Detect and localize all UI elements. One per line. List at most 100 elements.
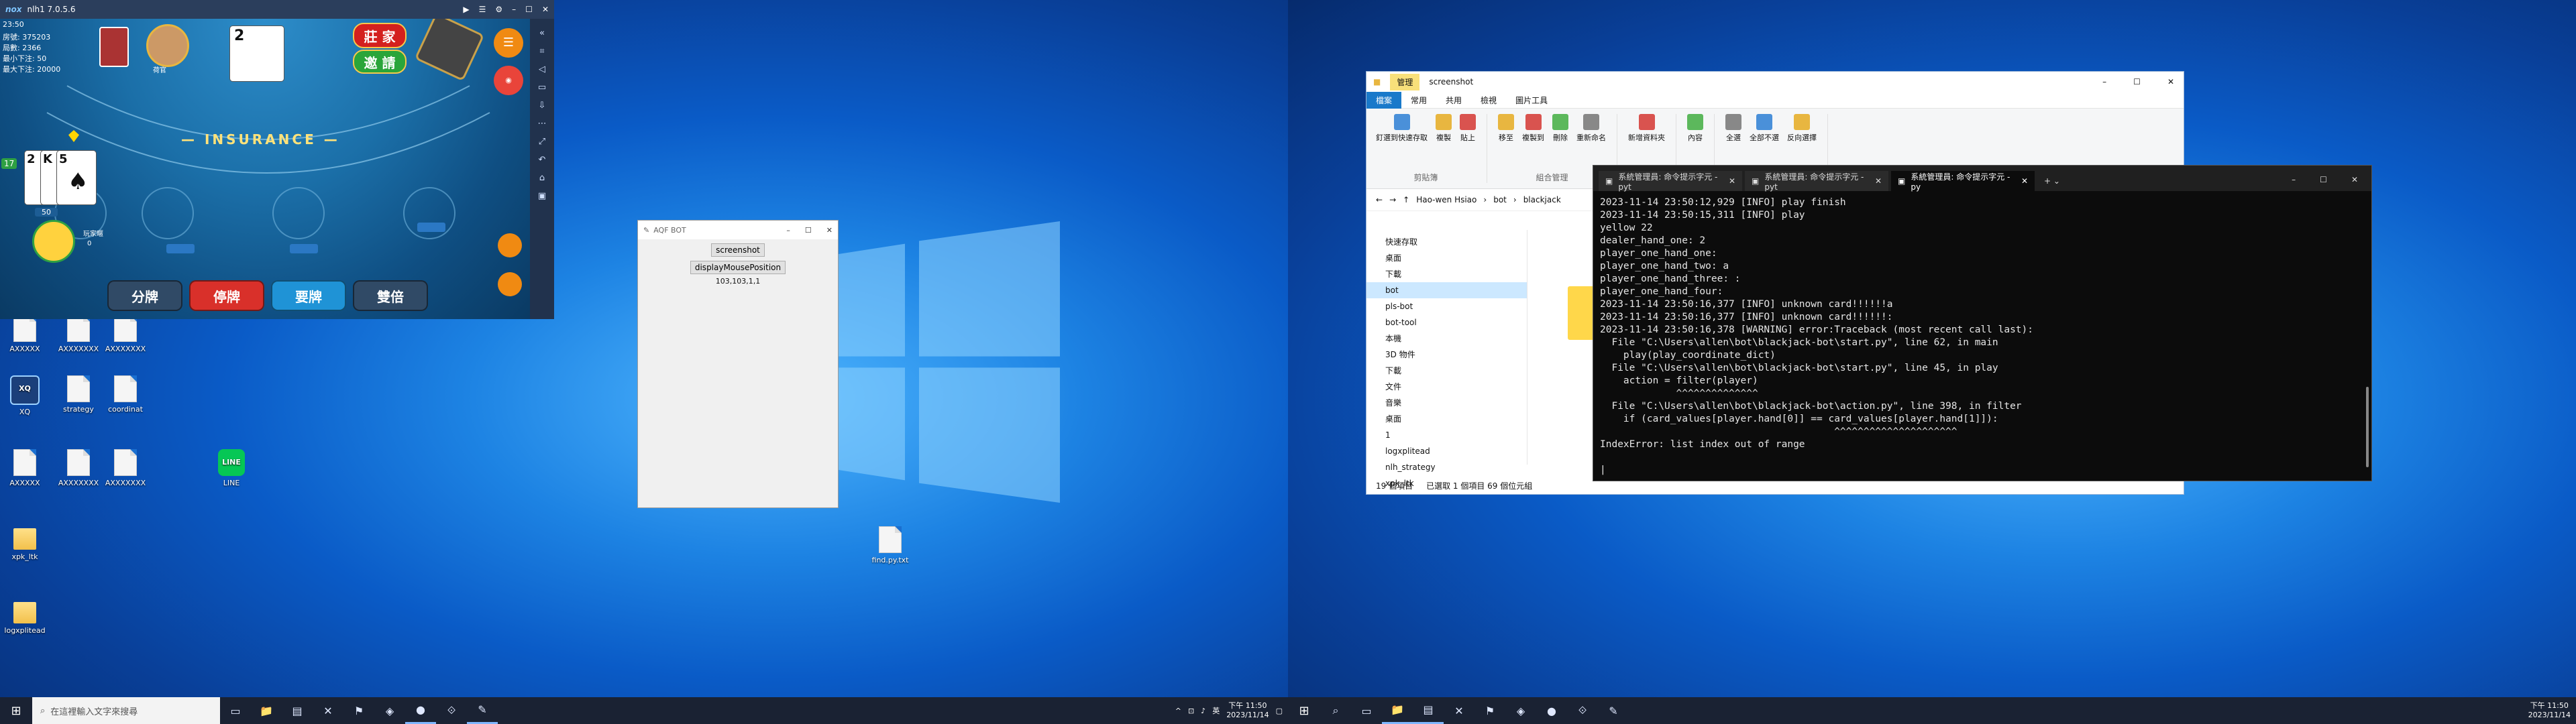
- screenshot-button[interactable]: screenshot: [711, 243, 765, 257]
- nav-item[interactable]: pls-bot: [1366, 298, 1527, 314]
- nav-item[interactable]: 快速存取: [1366, 234, 1527, 250]
- start-icon[interactable]: ⊞: [1288, 697, 1320, 724]
- line-icon[interactable]: ●: [405, 697, 436, 724]
- nav-item[interactable]: nlh_strategy: [1366, 459, 1527, 475]
- search-box[interactable]: ⌕ 在這裡輸入文字來搜尋: [32, 697, 220, 724]
- nox-titlebar[interactable]: nox nlh1 7.0.5.6 ▶ ☰ ⚙ – ☐ ✕: [0, 0, 554, 19]
- display-mouse-position-button[interactable]: displayMousePosition: [690, 261, 786, 274]
- explorer-icon[interactable]: 📁: [1382, 697, 1413, 724]
- task-view-icon[interactable]: ▭: [220, 697, 251, 724]
- manage-tab[interactable]: 管理: [1390, 73, 1420, 90]
- play-icon[interactable]: ▶: [463, 5, 469, 14]
- close-tab-icon[interactable]: ✕: [2021, 176, 2028, 186]
- close-icon[interactable]: ✕: [542, 5, 549, 14]
- split-button[interactable]: 分牌: [107, 280, 182, 311]
- nav-item[interactable]: bot-tool: [1366, 314, 1527, 330]
- chat-icon[interactable]: [498, 272, 522, 296]
- menu-icon[interactable]: ☰: [479, 5, 486, 14]
- notification-icon[interactable]: ▢: [1276, 707, 1283, 715]
- ribbon-button[interactable]: 內容: [1687, 114, 1703, 143]
- settings-icon[interactable]: ⚙: [495, 5, 502, 14]
- aqf-titlebar[interactable]: ✎ AQF BOT – ☐ ✕: [638, 221, 838, 239]
- tab-share[interactable]: 共用: [1436, 92, 1471, 109]
- hit-button[interactable]: 要牌: [271, 280, 346, 311]
- nav-item[interactable]: bot: [1366, 282, 1527, 298]
- blackjack-game-screen[interactable]: 23:50 房號: 375203 局數: 2366 最小下注: 50 最大下注:…: [0, 19, 530, 319]
- tray-arrow-icon[interactable]: ^: [1175, 707, 1181, 715]
- terminal-tab-active[interactable]: ▣ 系統管理員: 命令提示字元 - py ✕: [1891, 171, 2035, 192]
- ribbon-button[interactable]: 重新命名: [1576, 114, 1606, 143]
- more-icon[interactable]: ⋯: [538, 119, 547, 129]
- nav-item[interactable]: 1: [1366, 427, 1527, 443]
- terminal-icon[interactable]: ▤: [1413, 697, 1444, 724]
- feather-app-icon[interactable]: ✎: [1598, 697, 1629, 724]
- recent-icon[interactable]: ▣: [538, 191, 546, 201]
- nox-player-window[interactable]: nox nlh1 7.0.5.6 ▶ ☰ ⚙ – ☐ ✕ 23:50 房號: 3…: [0, 0, 554, 319]
- maximize-icon[interactable]: ☐: [525, 5, 533, 14]
- feather-app-icon[interactable]: ✎: [467, 697, 498, 724]
- import-icon[interactable]: ⇩: [539, 101, 546, 111]
- network-icon[interactable]: ⊡: [1188, 707, 1194, 715]
- volume-icon[interactable]: ◁: [539, 64, 545, 74]
- xq-icon[interactable]: ✕: [1444, 697, 1474, 724]
- clock[interactable]: 下午 11:50 2023/11/14: [1226, 701, 1269, 720]
- language-indicator[interactable]: 英: [1212, 705, 1220, 716]
- ribbon-button[interactable]: 新增資料夾: [1628, 114, 1665, 143]
- nav-item[interactable]: logxplitead: [1366, 443, 1527, 459]
- nav-item[interactable]: 本機: [1366, 330, 1527, 347]
- nav-item[interactable]: 音樂: [1366, 395, 1527, 411]
- task-view-icon[interactable]: ▭: [1351, 697, 1382, 724]
- desktop-icon[interactable]: LINE LINE: [207, 449, 256, 487]
- desktop-icon[interactable]: logxplitead: [0, 597, 50, 635]
- tab-home[interactable]: 常用: [1401, 92, 1436, 109]
- desktop-icon[interactable]: AXXXXX: [0, 315, 50, 353]
- tab-picture-tools[interactable]: 圖片工具: [1506, 92, 1557, 109]
- ribbon-button[interactable]: 刪除: [1552, 114, 1568, 143]
- back-icon[interactable]: ↶: [539, 155, 546, 165]
- minimize-icon[interactable]: –: [2102, 77, 2106, 86]
- ribbon-button[interactable]: 複製到: [1522, 114, 1544, 143]
- clock[interactable]: 下午 11:50 2023/11/14: [2528, 701, 2571, 720]
- nav-item[interactable]: 桌面: [1366, 411, 1527, 427]
- minimize-icon[interactable]: –: [2292, 175, 2296, 184]
- tab-view[interactable]: 檢視: [1471, 92, 1506, 109]
- ribbon-button[interactable]: 複製: [1436, 114, 1452, 143]
- new-tab-icon[interactable]: + ⌄: [2037, 176, 2067, 191]
- maximize-icon[interactable]: ☐: [2320, 175, 2327, 184]
- nox-icon[interactable]: ◈: [1505, 697, 1536, 724]
- ribbon-button[interactable]: 釘選到快速存取: [1376, 114, 1428, 143]
- terminal-tab[interactable]: ▣ 系統管理員: 命令提示字元 - pyt ✕: [1745, 171, 1888, 192]
- explorer-titlebar[interactable]: ■ 管理 screenshot – ☐ ✕: [1366, 72, 2184, 92]
- close-icon[interactable]: ✕: [2351, 175, 2358, 184]
- volume-icon[interactable]: ♪: [1201, 707, 1205, 715]
- explorer-icon[interactable]: 📁: [251, 697, 282, 724]
- terminal-scrollbar[interactable]: [2366, 387, 2369, 467]
- ribbon-button[interactable]: 全選: [1725, 114, 1742, 143]
- path-segment[interactable]: blackjack: [1523, 195, 1561, 204]
- nav-item[interactable]: 文件: [1366, 379, 1527, 395]
- ribbon-button[interactable]: 反向選擇: [1787, 114, 1817, 143]
- screenshot-icon[interactable]: ⌗: [539, 46, 544, 56]
- ribbon-button[interactable]: 移至: [1498, 114, 1514, 143]
- path-segment[interactable]: Hao-wen Hsiao: [1416, 195, 1477, 204]
- stand-button[interactable]: 停牌: [189, 280, 264, 311]
- up-arrow-icon[interactable]: ↑: [1403, 195, 1409, 204]
- nav-item[interactable]: 下載: [1366, 266, 1527, 282]
- line-icon[interactable]: ●: [1536, 697, 1567, 724]
- minimize-icon[interactable]: –: [512, 5, 516, 14]
- search-icon[interactable]: ⌕: [1320, 697, 1351, 724]
- double-button[interactable]: 雙倍: [353, 280, 428, 311]
- terminal-output[interactable]: 2023-11-14 23:50:12,929 [INFO] play fini…: [1593, 191, 2371, 482]
- minimize-icon[interactable]: –: [786, 226, 790, 235]
- nav-item[interactable]: 桌面: [1366, 250, 1527, 266]
- terminal-icon[interactable]: ▤: [282, 697, 313, 724]
- desktop-icon[interactable]: AXXXXXXX: [54, 315, 103, 353]
- vscode-icon[interactable]: ⟐: [436, 697, 467, 724]
- mic-icon[interactable]: [498, 233, 522, 257]
- start-icon[interactable]: ⊞: [0, 697, 32, 724]
- maximize-icon[interactable]: ☐: [2133, 77, 2141, 86]
- desktop-icon[interactable]: AXXXXXXX: [101, 315, 150, 353]
- vscode-icon[interactable]: ⟐: [1567, 697, 1598, 724]
- desktop-icon[interactable]: AXXXXXXX: [101, 449, 150, 487]
- home-icon[interactable]: ⌂: [539, 173, 545, 183]
